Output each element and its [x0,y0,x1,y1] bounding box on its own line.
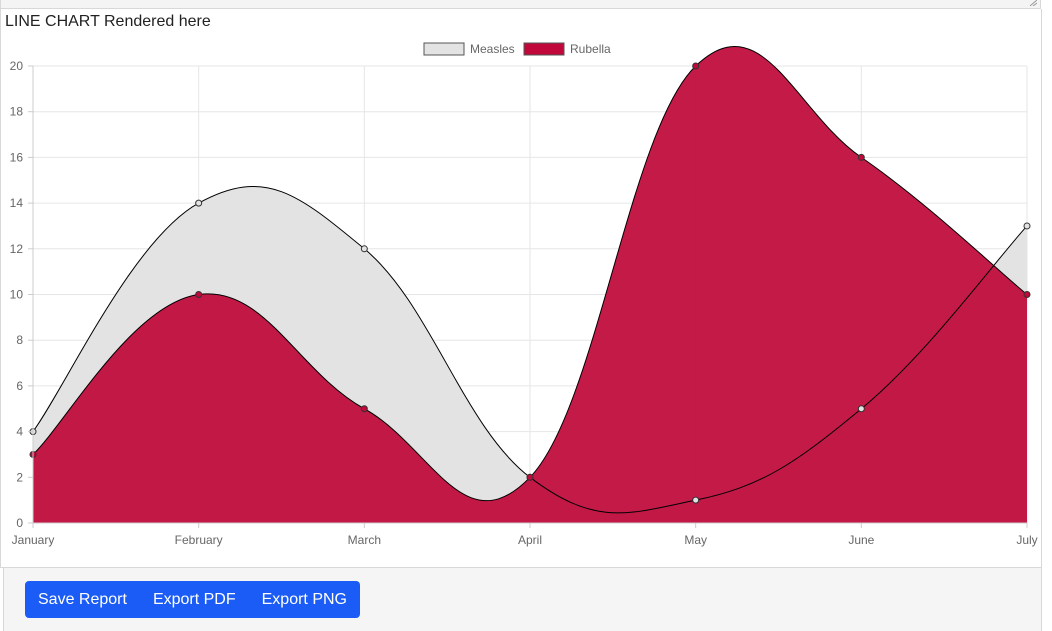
x-tick-label: June [848,533,874,547]
legend-label-measles: Measles [470,42,515,56]
x-tick-label: May [684,533,707,547]
data-point-measles [360,245,368,253]
y-tick-label: 0 [16,516,23,530]
legend-swatch-measles [423,42,465,56]
x-tick-label: April [518,533,542,547]
data-point-rubella [692,62,700,70]
y-tick-label: 14 [10,196,24,210]
data-point-measles [692,496,700,504]
data-point-rubella [857,153,865,161]
legend-label-rubella: Rubella [570,42,611,56]
x-tick-label: July [1016,533,1037,547]
y-tick-label: 18 [10,105,24,119]
data-point-measles [857,405,865,413]
data-point-rubella [526,473,534,481]
data-point-rubella [360,405,368,413]
x-tick-label: January [12,533,55,547]
data-point-measles [195,199,203,207]
export-png-button[interactable]: Export PNG [249,581,360,618]
report-button-group: Save Report Export PDF Export PNG [25,581,360,618]
x-tick-label: February [175,533,223,547]
line-chart: 0 2 4 6 8 10 12 14 16 18 20 January February March Apr… [10,42,1038,547]
y-tick-label: 6 [16,379,23,393]
legend-swatch-rubella [523,42,565,56]
x-tick-label: March [348,533,381,547]
data-point-rubella [1023,291,1031,298]
y-tick-label: 2 [16,470,23,484]
y-tick-label: 8 [16,333,23,347]
save-report-button[interactable]: Save Report [25,581,140,618]
y-tick-label: 4 [16,425,23,439]
y-tick-label: 20 [10,59,24,73]
y-tick-label: 10 [10,288,24,302]
data-point-measles [1023,222,1031,230]
legend: Measles Rubella [423,42,611,56]
y-tick-label: 16 [10,150,24,164]
y-tick-label: 12 [10,242,24,256]
data-point-rubella [195,291,203,298]
footer-bar: Save Report Export PDF Export PNG [3,568,1042,631]
export-pdf-button[interactable]: Export PDF [140,581,249,618]
